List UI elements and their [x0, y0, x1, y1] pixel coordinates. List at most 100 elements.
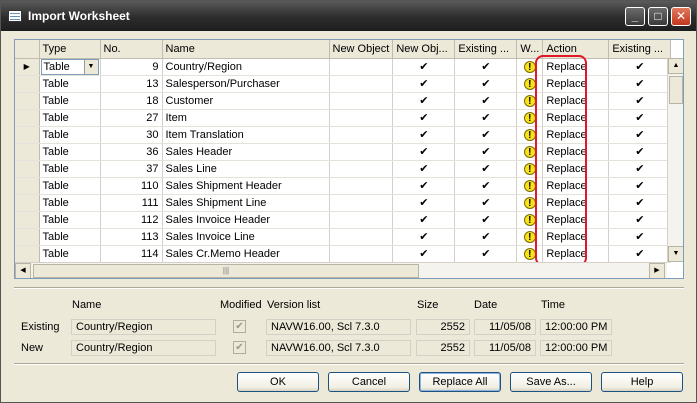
new-object-cell[interactable] [329, 177, 394, 195]
new-obj-check[interactable]: ✔ [392, 211, 456, 229]
action-cell[interactable]: Replace [542, 75, 610, 93]
name-cell[interactable]: Sales Cr.Memo Header [162, 245, 330, 263]
action-cell[interactable]: Replace [542, 109, 610, 127]
type-cell[interactable]: Table [39, 228, 101, 246]
table-row[interactable]: Table 18 Customer ✔ ✔! Replace ✔ [15, 92, 672, 110]
name-cell[interactable]: Sales Shipment Header [162, 177, 330, 195]
name-cell[interactable]: Country/Region [162, 58, 330, 76]
maximize-button[interactable]: □ [648, 7, 668, 26]
existing-2-check[interactable]: ✔ [608, 126, 672, 144]
name-cell[interactable]: Sales Invoice Header [162, 211, 330, 229]
title-bar[interactable]: Import Worksheet _ □ ✕ [1, 1, 696, 31]
new-object-cell[interactable] [329, 160, 394, 178]
table-row[interactable]: Table 30 Item Translation ✔ ✔! Replace ✔ [15, 126, 672, 144]
warning-cell[interactable]: ! [516, 245, 544, 263]
existing-2-check[interactable]: ✔ [608, 194, 672, 212]
vertical-scrollbar[interactable]: ▲ ▼ [667, 58, 683, 262]
existing-check[interactable]: ✔ [454, 245, 518, 263]
table-row[interactable]: Table 114 Sales Cr.Memo Header ✔ ✔! Replace ✔ [15, 245, 672, 263]
no-cell[interactable]: 13 [100, 75, 163, 93]
type-cell[interactable]: Table [39, 245, 101, 263]
row-selector[interactable] [15, 75, 40, 93]
no-cell[interactable]: 114 [100, 245, 163, 263]
existing-2-check[interactable]: ✔ [608, 75, 672, 93]
existing-2-check[interactable]: ✔ [608, 58, 672, 76]
new-object-cell[interactable] [329, 109, 394, 127]
no-cell[interactable]: 113 [100, 228, 163, 246]
column-header-name[interactable]: Name [162, 40, 330, 59]
new-obj-check[interactable]: ✔ [392, 160, 456, 178]
new-obj-check[interactable]: ✔ [392, 143, 456, 161]
scroll-up-icon[interactable]: ▲ [668, 58, 683, 74]
warning-cell[interactable]: ! [516, 160, 544, 178]
existing-2-check[interactable]: ✔ [608, 228, 672, 246]
horizontal-scroll-thumb[interactable]: ||| [33, 264, 419, 278]
row-selector[interactable] [15, 228, 40, 246]
type-cell[interactable]: Table [39, 177, 101, 195]
scroll-left-icon[interactable]: ◀ [15, 263, 31, 278]
type-cell[interactable]: Table ▼ [39, 58, 101, 76]
action-cell[interactable]: Replace [542, 58, 610, 76]
type-cell[interactable]: Table [39, 211, 101, 229]
save-as-button[interactable]: Save As... [510, 372, 592, 392]
action-cell[interactable]: Replace [542, 228, 610, 246]
type-dropdown[interactable]: Table ▼ [40, 58, 99, 74]
new-object-cell[interactable] [329, 92, 394, 110]
column-header-existing[interactable]: Existing ... [454, 40, 518, 59]
type-cell[interactable]: Table [39, 109, 101, 127]
new-obj-check[interactable]: ✔ [392, 58, 456, 76]
cancel-button[interactable]: Cancel [328, 372, 410, 392]
new-object-cell[interactable] [329, 228, 394, 246]
scroll-right-icon[interactable]: ▶ [649, 263, 665, 278]
name-cell[interactable]: Salesperson/Purchaser [162, 75, 330, 93]
row-selector[interactable] [15, 211, 40, 229]
new-obj-check[interactable]: ✔ [392, 177, 456, 195]
warning-cell[interactable]: ! [516, 109, 544, 127]
warning-cell[interactable]: ! [516, 126, 544, 144]
new-object-cell[interactable] [329, 194, 394, 212]
row-selector[interactable] [15, 126, 40, 144]
existing-check[interactable]: ✔ [454, 75, 518, 93]
new-obj-check[interactable]: ✔ [392, 75, 456, 93]
action-cell[interactable]: Replace [542, 160, 610, 178]
action-cell[interactable]: Replace [542, 211, 610, 229]
row-selector[interactable] [15, 143, 40, 161]
warning-cell[interactable]: ! [516, 92, 544, 110]
column-header-action[interactable]: Action [542, 40, 610, 59]
table-row[interactable]: Table 111 Sales Shipment Line ✔ ✔! Replace ✔ [15, 194, 672, 212]
no-cell[interactable]: 110 [100, 177, 163, 195]
existing-2-check[interactable]: ✔ [608, 160, 672, 178]
existing-check[interactable]: ✔ [454, 228, 518, 246]
scroll-down-icon[interactable]: ▼ [668, 246, 683, 262]
column-header-warning[interactable]: W... [516, 40, 544, 59]
no-cell[interactable]: 30 [100, 126, 163, 144]
warning-cell[interactable]: ! [516, 211, 544, 229]
horizontal-scrollbar[interactable]: ◀ ||| ▶ [15, 262, 667, 278]
existing-2-check[interactable]: ✔ [608, 245, 672, 263]
warning-cell[interactable]: ! [516, 177, 544, 195]
new-obj-check[interactable]: ✔ [392, 228, 456, 246]
close-button[interactable]: ✕ [671, 7, 691, 26]
existing-check[interactable]: ✔ [454, 126, 518, 144]
ok-button[interactable]: OK [237, 372, 319, 392]
table-row[interactable]: Table 36 Sales Header ✔ ✔! Replace ✔ [15, 143, 672, 161]
name-cell[interactable]: Item [162, 109, 330, 127]
new-object-cell[interactable] [329, 58, 394, 76]
table-row[interactable]: Table 110 Sales Shipment Header ✔ ✔! Replace ✔ [15, 177, 672, 195]
table-row[interactable]: ▶ Table ▼ 9 Country/Region ✔ ✔! Replace ✔ [15, 58, 672, 76]
name-cell[interactable]: Item Translation [162, 126, 330, 144]
existing-2-check[interactable]: ✔ [608, 143, 672, 161]
warning-cell[interactable]: ! [516, 194, 544, 212]
warning-cell[interactable]: ! [516, 58, 544, 76]
no-cell[interactable]: 37 [100, 160, 163, 178]
new-object-cell[interactable] [329, 245, 394, 263]
new-object-cell[interactable] [329, 126, 394, 144]
chevron-down-icon[interactable]: ▼ [83, 59, 98, 74]
type-cell[interactable]: Table [39, 194, 101, 212]
action-cell[interactable]: Replace [542, 194, 610, 212]
existing-check[interactable]: ✔ [454, 109, 518, 127]
new-object-cell[interactable] [329, 75, 394, 93]
action-cell[interactable]: Replace [542, 143, 610, 161]
column-header-existing-2[interactable]: Existing ... [608, 40, 672, 59]
no-cell[interactable]: 18 [100, 92, 163, 110]
